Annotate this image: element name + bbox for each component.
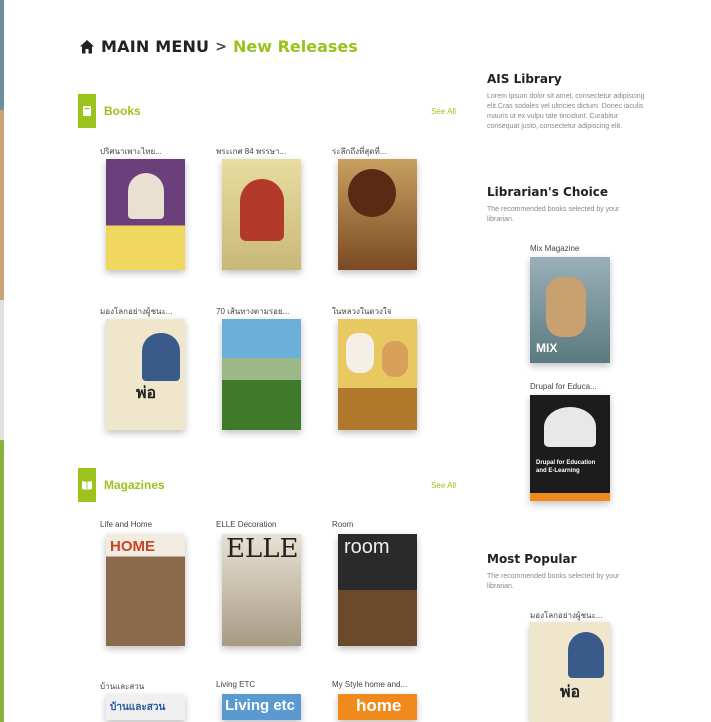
magazine-cover[interactable]: ELLE — [222, 534, 301, 646]
magazine-masthead: ELLE — [226, 534, 299, 564]
magazine-title[interactable]: บ้านและสวน — [100, 680, 216, 694]
book-title[interactable]: 70 เส้นทางตามรอย... — [216, 305, 332, 319]
book-title[interactable]: มองโลกอย่างผู้ชนะ... — [100, 305, 216, 319]
book-card[interactable]: 70 เส้นทางตามรอย... — [216, 305, 332, 430]
magazine-cover[interactable]: Living etc — [222, 694, 301, 720]
book-cover[interactable]: พ่อ — [106, 319, 185, 430]
magazine-masthead: Living etc — [225, 697, 296, 714]
magazine-card[interactable]: บ้านและสวน บ้านและสวน — [100, 680, 216, 720]
magazine-card[interactable]: Living ETC Living etc — [216, 680, 332, 720]
book-cover[interactable] — [106, 159, 185, 270]
magazine-cover[interactable]: บ้านและสวน — [106, 694, 185, 720]
book-cover[interactable] — [338, 159, 417, 270]
librarians-choice: Librarian's Choice The recommended books… — [487, 185, 647, 225]
most-popular-item[interactable]: มองโลกอย่างผู้ชนะ... พ่อ — [530, 609, 630, 722]
book-card[interactable]: ปริศนาเพาะไทย... — [100, 145, 216, 270]
side-book-cover[interactable]: MIX — [530, 257, 610, 363]
book-card[interactable]: พระเกศ 84 พรรษา... — [216, 145, 332, 270]
side-book-title[interactable]: Mix Magazine — [530, 244, 630, 257]
librarians-choice-title: Librarian's Choice — [487, 185, 608, 199]
magazine-card[interactable]: ELLE Decoration ELLE — [216, 520, 332, 646]
magazine-title[interactable]: Life and Home — [100, 520, 216, 534]
librarians-choice-description: The recommended books selected by your l… — [487, 206, 620, 223]
library-description: Lorem ipsum dolor sit amet, consectetur … — [487, 93, 645, 130]
librarians-choice-item[interactable]: Mix Magazine MIX — [530, 244, 630, 363]
most-popular-description: The recommended books selected by your l… — [487, 573, 620, 590]
book-card[interactable]: ในหลวงในดวงใจ — [332, 305, 448, 430]
library-info: AIS Library Lorem ipsum dolor sit amet, … — [487, 72, 647, 132]
book-title[interactable]: ปริศนาเพาะไทย... — [100, 145, 216, 159]
open-book-icon — [78, 468, 96, 502]
most-popular: Most Popular The recommended books selec… — [487, 552, 647, 592]
magazine-masthead: room — [344, 536, 390, 558]
section-divider — [108, 111, 456, 112]
library-title: AIS Library — [487, 72, 562, 86]
most-popular-title: Most Popular — [487, 552, 577, 566]
magazine-cover[interactable]: room — [338, 534, 417, 646]
books-grid: ปริศนาเพาะไทย... พระเกศ 84 พรรษา... ระลึ… — [100, 145, 448, 430]
books-section-header: Books See All — [78, 94, 456, 128]
magazines-section-header: Magazines See All — [78, 468, 456, 502]
side-book-cover[interactable]: Drupal for Education and E-Learning — [530, 395, 610, 501]
magazine-masthead: HOME — [110, 538, 155, 555]
magazine-card[interactable]: My Style home and... home — [332, 680, 448, 720]
magazine-masthead: บ้านและสวน — [110, 702, 166, 713]
book-cover[interactable] — [222, 319, 301, 430]
librarians-choice-item[interactable]: Drupal for Educa... Drupal for Education… — [530, 382, 630, 501]
side-book-title[interactable]: มองโลกอย่างผู้ชนะ... — [530, 609, 630, 622]
magazines-see-all-link[interactable]: See All — [431, 481, 456, 490]
book-cover[interactable] — [338, 319, 417, 430]
side-book-cover[interactable]: พ่อ — [530, 622, 610, 722]
magazine-title[interactable]: ELLE Decoration — [216, 520, 332, 534]
breadcrumb: MAIN MENU > New Releases — [79, 37, 358, 56]
books-title: Books — [104, 104, 141, 118]
side-book-title[interactable]: Drupal for Educa... — [530, 382, 630, 395]
books-see-all-link[interactable]: See All — [431, 107, 456, 116]
magazine-cover[interactable]: home — [338, 694, 417, 720]
magazine-title[interactable]: Living ETC — [216, 680, 332, 694]
breadcrumb-main-menu[interactable]: MAIN MENU — [101, 37, 209, 56]
magazines-grid: Life and Home HOME ELLE Decoration ELLE … — [100, 520, 448, 720]
breadcrumb-separator: > — [215, 38, 227, 55]
magazine-card[interactable]: Life and Home HOME — [100, 520, 216, 646]
breadcrumb-current: New Releases — [233, 37, 358, 56]
magazine-masthead: home — [356, 696, 402, 715]
book-card[interactable]: มองโลกอย่างผู้ชนะ... พ่อ — [100, 305, 216, 430]
magazine-card[interactable]: Room room — [332, 520, 448, 646]
book-title[interactable]: ในหลวงในดวงใจ — [332, 305, 448, 319]
book-title[interactable]: ระลึกถึงที่สุดที่... — [332, 145, 448, 159]
book-title[interactable]: พระเกศ 84 พรรษา... — [216, 145, 332, 159]
book-card[interactable]: ระลึกถึงที่สุดที่... — [332, 145, 448, 270]
magazines-title: Magazines — [104, 478, 165, 492]
book-icon — [78, 94, 96, 128]
book-cover[interactable] — [222, 159, 301, 270]
magazine-title[interactable]: My Style home and... — [332, 680, 448, 694]
edge-strip — [0, 0, 4, 722]
magazine-title[interactable]: Room — [332, 520, 448, 534]
magazine-cover[interactable]: HOME — [106, 534, 185, 646]
home-icon[interactable] — [79, 39, 95, 55]
